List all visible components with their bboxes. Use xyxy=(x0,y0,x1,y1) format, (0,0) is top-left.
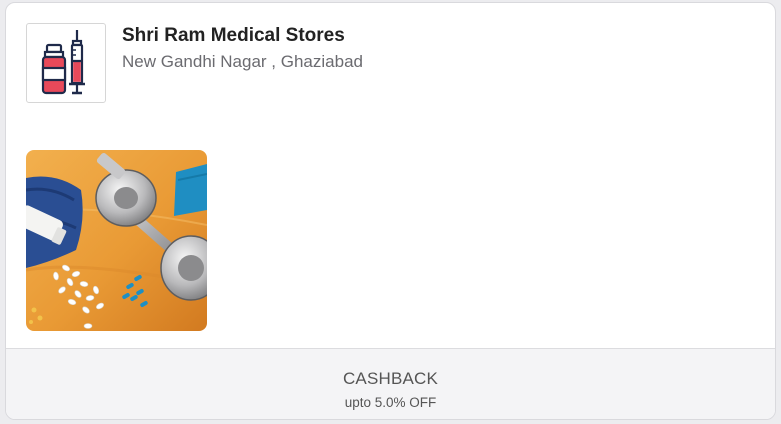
store-location: New Gandhi Nagar , Ghaziabad xyxy=(122,52,363,71)
cashback-title: CASHBACK xyxy=(342,369,439,388)
store-logo xyxy=(26,23,106,103)
cashback-detail: upto 5.0% OFF xyxy=(344,395,437,410)
fitness-supplements-dumbbell-photo xyxy=(26,150,207,331)
store-card[interactable]: Shri Ram Medical Stores New Gandhi Nagar… xyxy=(5,2,776,420)
store-name[interactable]: Shri Ram Medical Stores xyxy=(122,25,345,47)
medicine-bottle-syringe-icon xyxy=(41,30,85,95)
cashback-offer[interactable]: CASHBACK upto 5.0% OFF xyxy=(6,348,775,419)
store-photo[interactable] xyxy=(26,150,207,331)
